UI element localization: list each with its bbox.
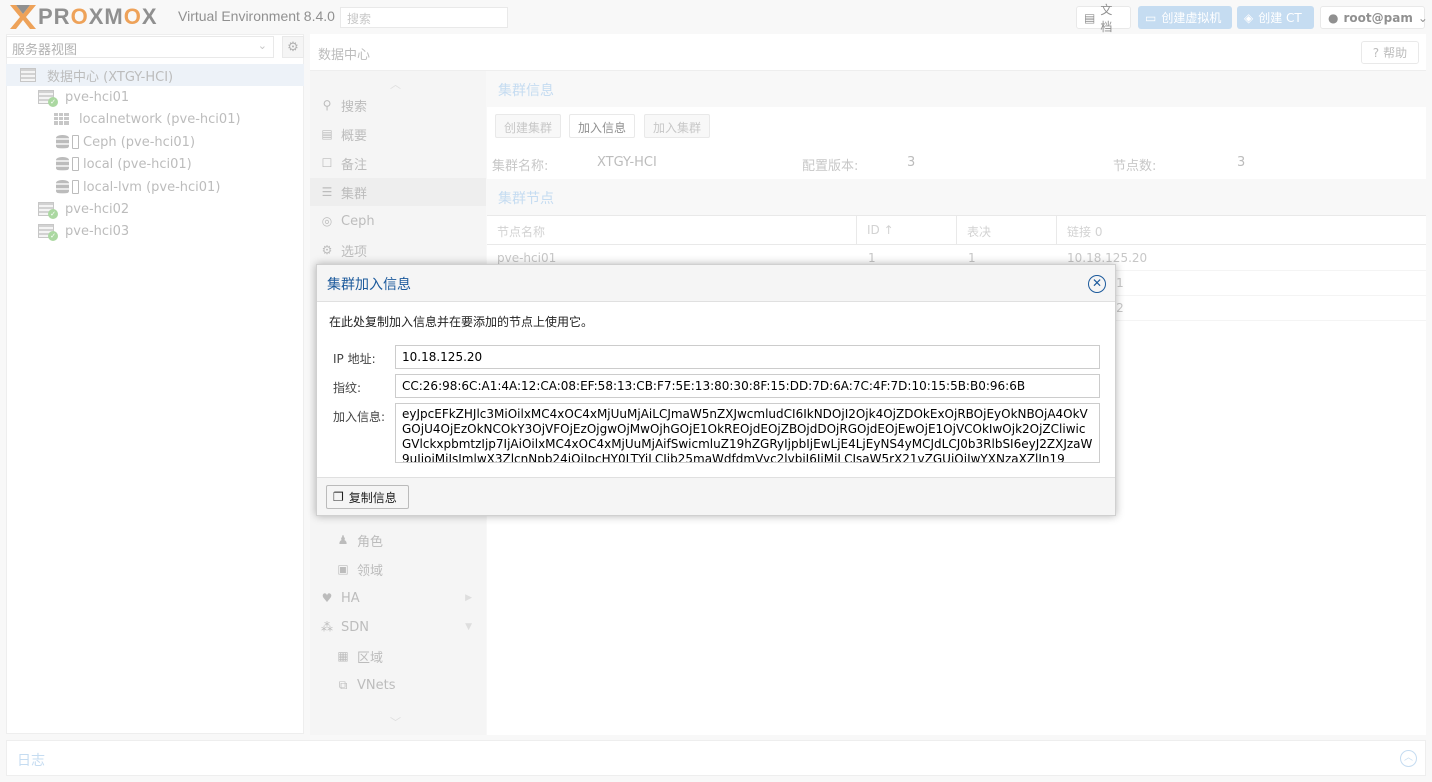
join-info-textarea[interactable]: eyJpcEFkZHJlc3MiOilxMC4xOC4xMjUuMjAiLCJm… bbox=[395, 403, 1100, 463]
ip-address-field[interactable]: 10.18.125.20 bbox=[395, 345, 1100, 369]
cluster-join-info-dialog: 集群加入信息 ✕ 在此处复制加入信息并在要添加的节点上使用它。 IP 地址: 1… bbox=[316, 264, 1116, 516]
dialog-title: 集群加入信息 bbox=[327, 277, 411, 293]
fingerprint-field[interactable]: CC:26:98:6C:A1:4A:12:CA:08:EF:58:13:CB:F… bbox=[395, 374, 1100, 398]
dialog-description: 在此处复制加入信息并在要添加的节点上使用它。 bbox=[329, 315, 594, 329]
close-icon[interactable]: ✕ bbox=[1088, 275, 1106, 293]
join-info-label: 加入信息: bbox=[333, 410, 386, 424]
dialog-footer: ❐ 复制信息 bbox=[317, 477, 1115, 515]
copy-icon: ❐ bbox=[333, 490, 344, 504]
dialog-header: 集群加入信息 ✕ bbox=[317, 265, 1115, 302]
fingerprint-label: 指纹: bbox=[333, 381, 362, 395]
ip-label: IP 地址: bbox=[333, 352, 376, 366]
copy-info-button[interactable]: ❐ 复制信息 bbox=[326, 485, 409, 509]
